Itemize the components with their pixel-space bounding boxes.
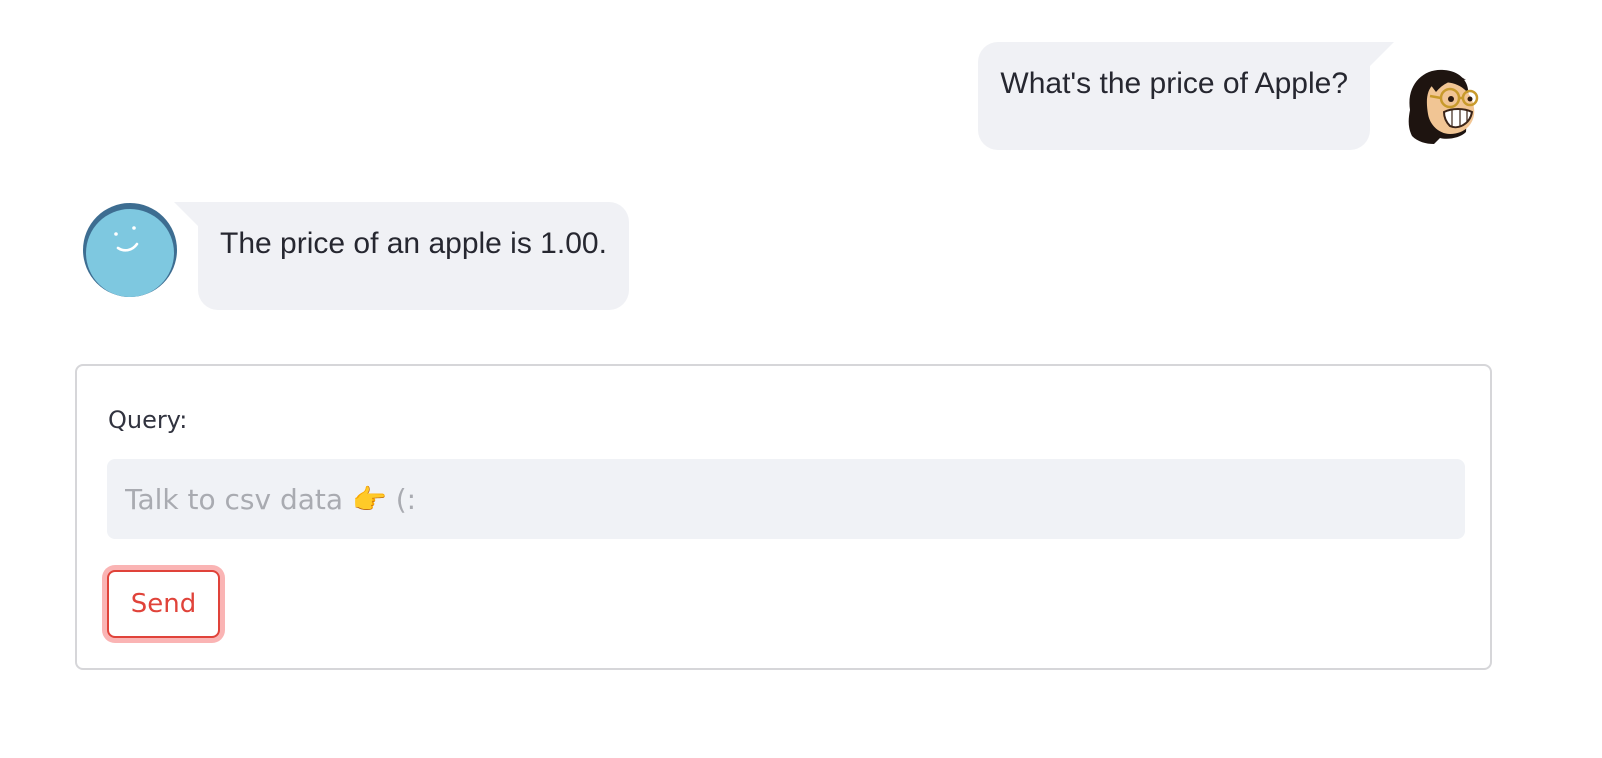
query-form: Query: Send bbox=[75, 364, 1492, 670]
smiley-face-avatar-icon bbox=[83, 203, 177, 297]
user-avatar bbox=[1400, 62, 1484, 146]
query-label: Query: bbox=[108, 406, 188, 434]
glasses-woman-avatar-icon bbox=[1408, 69, 1479, 144]
assistant-message-text: The price of an apple is 1.00. bbox=[220, 227, 607, 260]
chat-message-user: What's the price of Apple? bbox=[978, 42, 1484, 150]
chat-message-assistant: The price of an apple is 1.00. bbox=[82, 202, 629, 310]
user-message-bubble: What's the price of Apple? bbox=[978, 42, 1394, 150]
assistant-message-bubble: The price of an apple is 1.00. bbox=[174, 202, 629, 310]
user-message-text: What's the price of Apple? bbox=[1000, 67, 1348, 100]
assistant-avatar bbox=[82, 202, 178, 298]
send-button[interactable]: Send bbox=[107, 570, 220, 638]
query-input[interactable] bbox=[107, 459, 1465, 539]
